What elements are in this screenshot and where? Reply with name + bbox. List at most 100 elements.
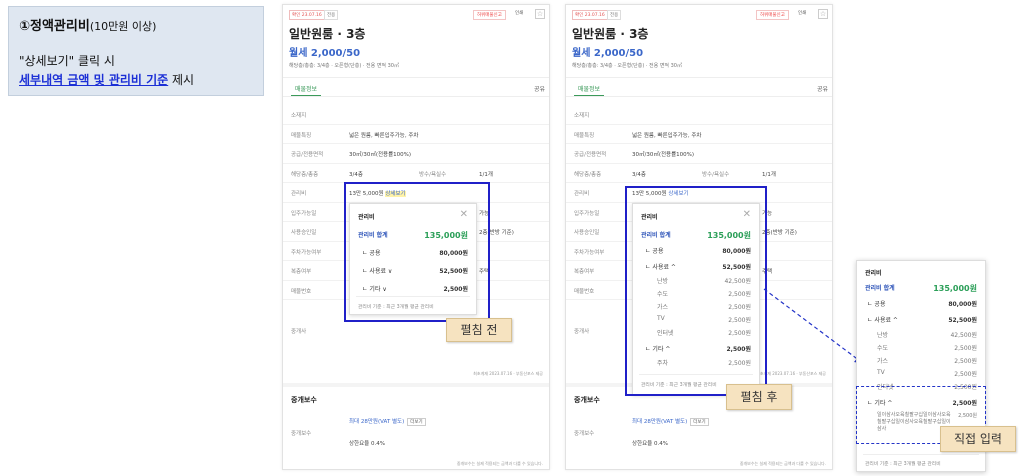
- row-key: 해당층/총층: [574, 171, 602, 178]
- row-value: 넓은 원룸, 빠른입주가능, 주차: [632, 132, 702, 139]
- tv-amount: 2,500원: [954, 371, 977, 378]
- rate-value: 상한요율 0.4%: [349, 441, 385, 447]
- popover-title: 관리비: [865, 270, 882, 277]
- commission-title: 중개보수: [574, 396, 600, 404]
- row-key: 사용승인일: [291, 230, 317, 236]
- section-divider: [283, 383, 549, 387]
- row-key: 방수/욕실수: [419, 171, 447, 178]
- note-tail: 제시: [168, 73, 195, 87]
- row-location: 소재지: [566, 105, 832, 125]
- label-direct: 직접 입력: [940, 426, 1016, 452]
- share-button[interactable]: 공유: [817, 84, 828, 93]
- usage-toggle[interactable]: ㄴ 사용료 ^ 52,500원: [867, 315, 977, 324]
- row-value: 30㎡/30㎡(전용률100%): [632, 152, 695, 158]
- listing-meta: 해당층/총층: 3/4층 · 오픈형(단층) · 전용 면적 30㎡: [572, 63, 682, 69]
- commission-more-button[interactable]: 더보기: [690, 418, 709, 426]
- row-value: 1/1개: [762, 171, 776, 178]
- row-key: 주차가능여부: [574, 249, 605, 256]
- report-button[interactable]: 허위매물신고: [473, 10, 506, 20]
- water-amount: 2,500원: [954, 345, 977, 352]
- row-key: 소재지: [574, 113, 590, 119]
- commission-more-button[interactable]: 더보기: [407, 418, 426, 426]
- commission-value: 최대 28만원(VAT 별도) 더보기: [349, 417, 426, 426]
- row-location: 소재지: [283, 105, 549, 125]
- row-value: 넓은 원룸, 빠른입주가능, 주차: [349, 132, 419, 139]
- row-value: 3/4층: [632, 171, 646, 178]
- row-feature: 매물특징 넓은 원룸, 빠른입주가능, 주차: [283, 125, 549, 144]
- tv-label: TV: [877, 369, 885, 376]
- row-key: 매물특징: [291, 132, 312, 139]
- row-key: 주차가능여부: [291, 249, 322, 256]
- tab-bar: 매물정보 공유: [283, 77, 549, 97]
- commission-title: 중개보수: [291, 396, 317, 404]
- water-line: 수도 2,500원: [877, 343, 977, 352]
- agent-label: 중개사: [574, 329, 590, 335]
- star-icon[interactable]: ☆: [535, 9, 545, 19]
- row-key: 관리비: [574, 191, 590, 197]
- note-highlight: 세부내역 금액 및 관리비 기준: [19, 73, 169, 87]
- heating-amount: 42,500원: [950, 332, 977, 339]
- row-key: 입주가능일: [574, 210, 600, 217]
- print-button[interactable]: 인쇄: [515, 10, 523, 16]
- total-line: 관리비 합계 135,000원: [865, 283, 977, 294]
- posting-footnote: 최초게재 2023.07.16 · 부동산포스 제공: [473, 371, 543, 376]
- listing-title: 일반원룸 · 3층: [289, 27, 366, 41]
- type-badge: 전용: [607, 10, 622, 20]
- verified-badge: 확인 23.07.16: [572, 10, 608, 20]
- common-line: ㄴ 공용 80,000원: [867, 299, 977, 308]
- label-before: 펼침 전: [446, 318, 512, 342]
- instruction-note: ①정액관리비(10만원 이상) "상세보기" 클릭 시 세부내역 금액 및 관리…: [8, 6, 264, 96]
- listing-meta: 해당층/총층: 3/4층 · 오픈형(단층) · 전용 면적 30㎡: [289, 63, 399, 69]
- usage-amount: 52,500원: [948, 317, 977, 324]
- row-key: 복층여부: [574, 269, 595, 275]
- note-title: ①정액관리비(10만원 이상): [19, 15, 253, 34]
- commission-value: 최대 28만원(VAT 별도) 더보기: [632, 417, 709, 426]
- gas-amount: 2,500원: [954, 358, 977, 365]
- type-badge: 전용: [324, 10, 339, 20]
- commission-key: 중개보수: [291, 431, 312, 437]
- listing-price: 월세 2,000/50: [572, 48, 644, 59]
- tv-line: TV 2,500원: [877, 369, 977, 378]
- print-button[interactable]: 인쇄: [798, 10, 806, 16]
- usage-label: ㄴ 사용료 ^: [867, 317, 898, 324]
- row-key: 입주가능일: [291, 210, 317, 217]
- share-button[interactable]: 공유: [534, 84, 545, 93]
- note-title-main: ①정액관리비: [19, 19, 90, 34]
- popover-footer: 관리비 기준 : 최근 3개월 평균 관리비: [865, 462, 941, 467]
- gas-line: 가스 2,500원: [877, 356, 977, 365]
- panel-topbar: 확인 23.07.16 전용 허위매물신고 인쇄 ☆: [566, 5, 832, 20]
- total-label: 관리비 합계: [865, 285, 895, 292]
- commission-key: 중개보수: [574, 431, 595, 437]
- tab-listing-info[interactable]: 매물정보: [290, 84, 322, 96]
- star-icon[interactable]: ☆: [818, 9, 828, 19]
- connector-arrow-icon: [763, 288, 864, 364]
- report-button[interactable]: 허위매물신고: [756, 10, 789, 20]
- note-title-sub: (10만원 이상): [89, 20, 157, 33]
- panel-topbar: 확인 23.07.16 전용 허위매물신고 인쇄 ☆: [283, 5, 549, 20]
- popover-divider: [863, 454, 979, 455]
- label-after: 펼침 후: [726, 384, 792, 410]
- commission-amount: 최대 28만원(VAT 별도): [349, 419, 405, 425]
- row-key: 공급/전용면적: [291, 152, 324, 158]
- water-label: 수도: [877, 345, 889, 352]
- highlight-box-after: [625, 186, 767, 396]
- rate-value: 상한요율 0.4%: [632, 441, 668, 447]
- commission-amount: 최대 28만원(VAT 별도): [632, 419, 688, 425]
- row-floor: 해당층/총층 3/4층 방수/욕실수 1/1개: [283, 164, 549, 183]
- listing-title: 일반원룸 · 3층: [572, 27, 649, 41]
- row-floor: 해당층/총층 3/4층 방수/욕실수 1/1개: [566, 164, 832, 183]
- row-key: 해당층/총층: [291, 171, 319, 178]
- tab-bar: 매물정보 공유: [566, 77, 832, 97]
- common-amount: 80,000원: [948, 301, 977, 308]
- row-feature: 매물특징 넓은 원룸, 빠른입주가능, 주차: [566, 125, 832, 144]
- row-value: 1/1개: [479, 171, 493, 178]
- verified-badge: 확인 23.07.16: [289, 10, 325, 20]
- row-area: 공급/전용면적 30㎡/30㎡(전용률100%): [566, 144, 832, 164]
- commission-note: 중개보수는 실제 적용되는 금액과 다를 수 있습니다.: [739, 461, 826, 466]
- listing-price: 월세 2,000/50: [289, 48, 361, 59]
- note-line2: "상세보기" 클릭 시: [19, 54, 115, 68]
- tab-listing-info[interactable]: 매물정보: [573, 84, 605, 96]
- common-label: ㄴ 공용: [867, 301, 886, 308]
- row-value: 3/4층: [349, 171, 363, 178]
- row-key: 소재지: [291, 113, 307, 119]
